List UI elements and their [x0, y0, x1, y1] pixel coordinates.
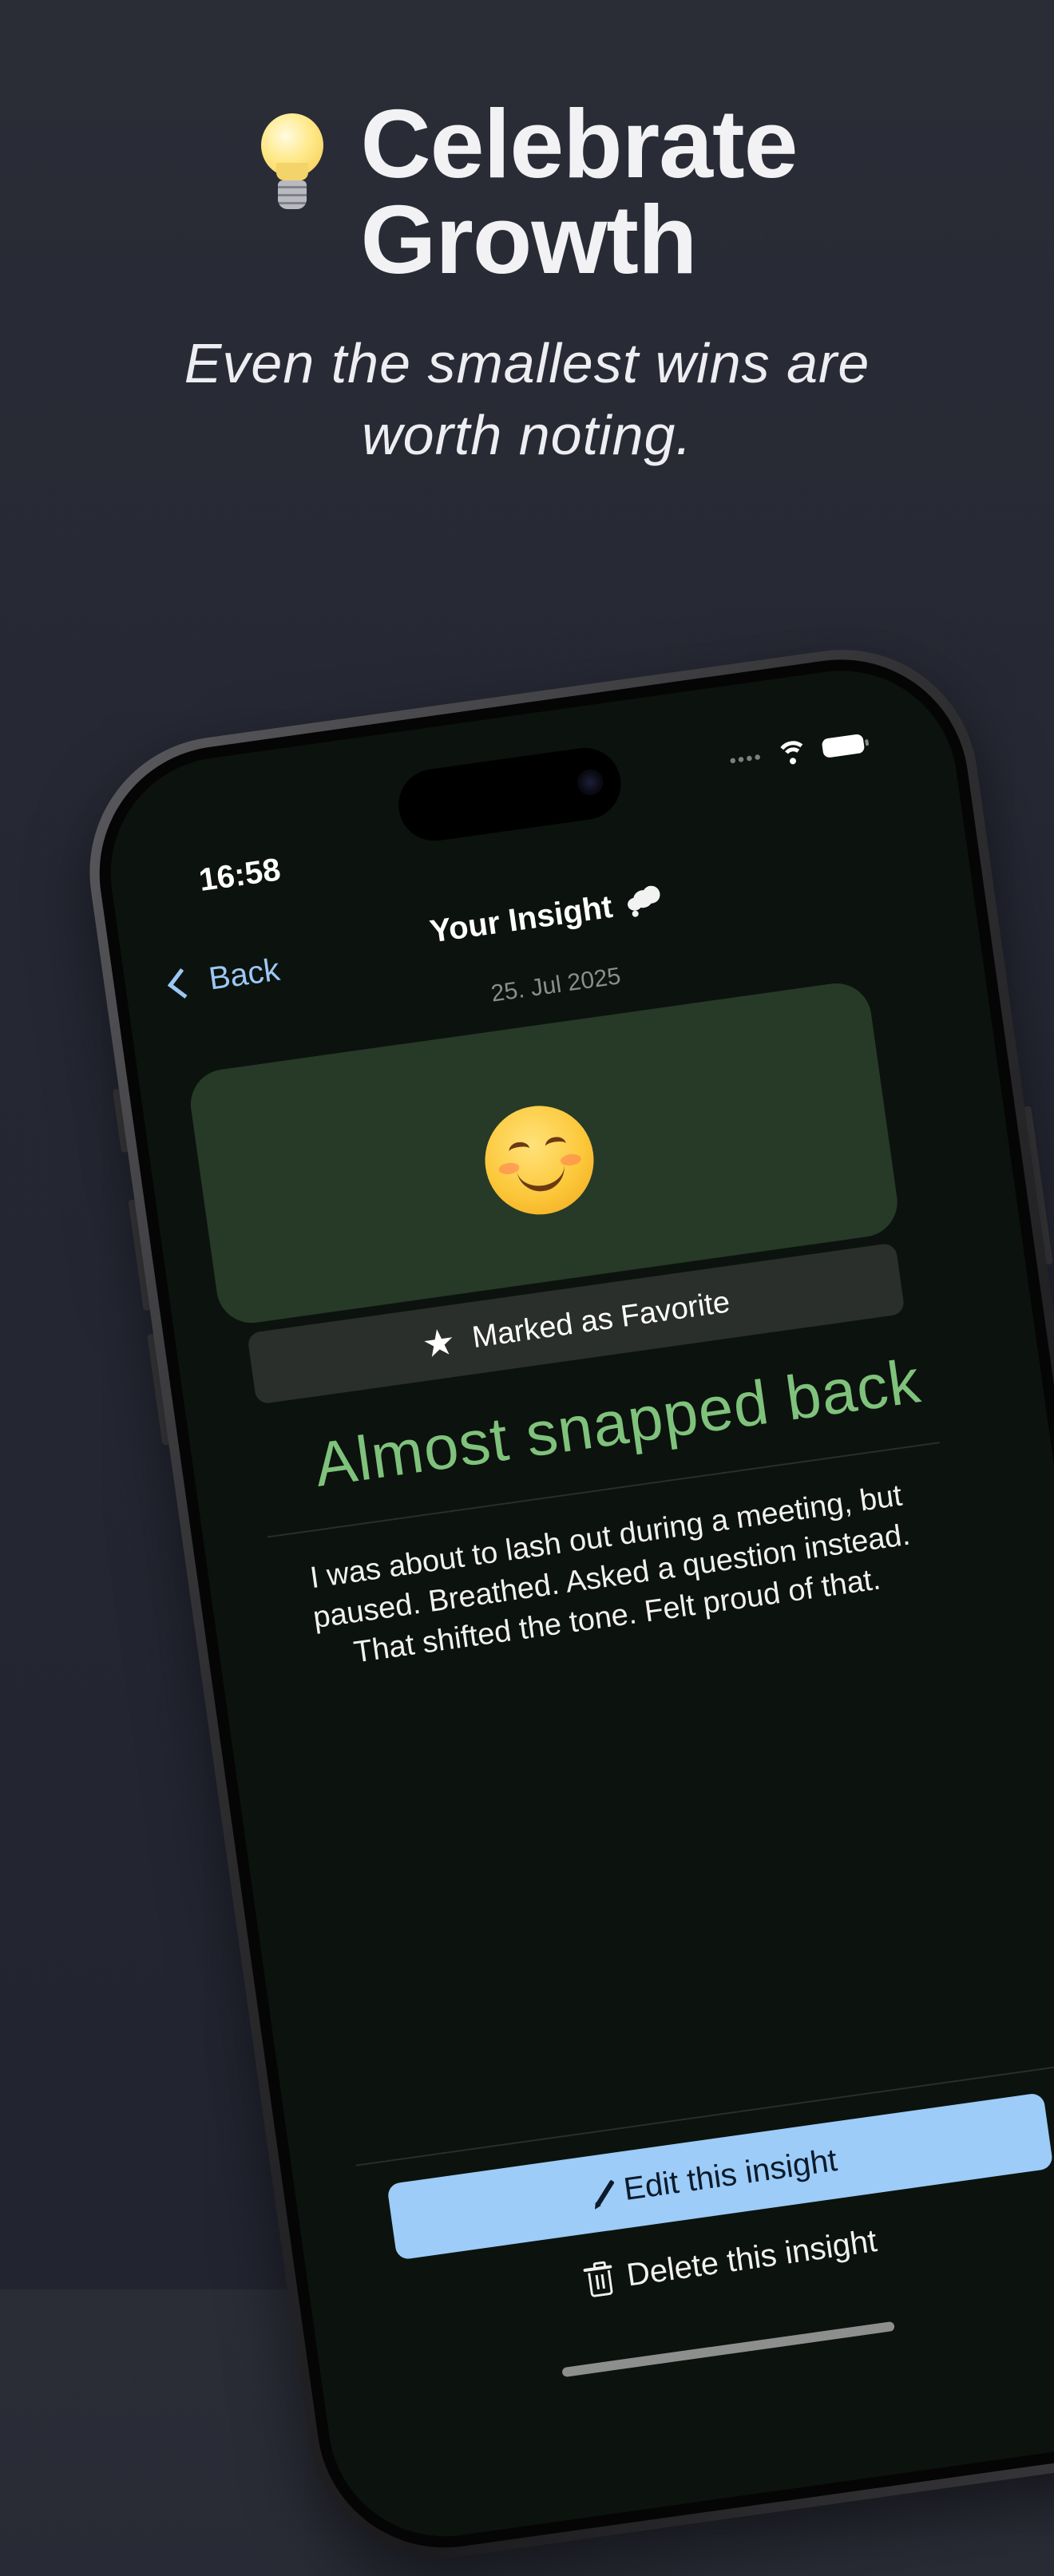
trash-icon [583, 2261, 614, 2298]
wifi-icon [775, 738, 811, 775]
hero-title: Celebrate Growth [360, 89, 798, 294]
hero-title-line1: Celebrate [360, 89, 798, 198]
insight-body: I was about to lash out during a meeting… [307, 1478, 913, 1670]
front-camera-icon [576, 767, 605, 797]
pencil-icon [596, 2179, 616, 2206]
battery-icon [821, 733, 866, 758]
delete-insight-label: Delete this insight [624, 2222, 879, 2293]
hero-header: Celebrate Growth Even the smallest wins … [0, 89, 1054, 471]
hero-subtitle: Even the smallest wins are worth noting. [0, 327, 1054, 471]
hero-subtitle-line1: Even the smallest wins are [184, 332, 870, 394]
status-icons: •••• [727, 731, 866, 775]
cellular-dots-icon: •••• [727, 746, 764, 773]
hero-title-row: Celebrate Growth [0, 89, 1054, 294]
thought-bubble-icon [625, 883, 664, 918]
dynamic-island [394, 743, 626, 846]
star-icon: ★ [419, 1320, 458, 1366]
lightbulb-icon [256, 113, 328, 217]
app-screen: 16:58 •••• Back Your Insight 25. Jul 202… [95, 655, 1054, 2552]
hero-subtitle-line2: worth noting. [362, 404, 692, 466]
status-time: 16:58 [196, 852, 283, 899]
home-indicator[interactable] [561, 2321, 895, 2378]
phone-mockup: 16:58 •••• Back Your Insight 25. Jul 202… [72, 632, 1054, 2575]
edit-insight-label: Edit this insight [621, 2142, 839, 2207]
favorite-label: Marked as Favorite [470, 1284, 732, 1355]
hero-title-line2: Growth [360, 185, 697, 294]
nav-title-text: Your Insight [427, 888, 615, 950]
smiling-face-icon [477, 1098, 601, 1222]
